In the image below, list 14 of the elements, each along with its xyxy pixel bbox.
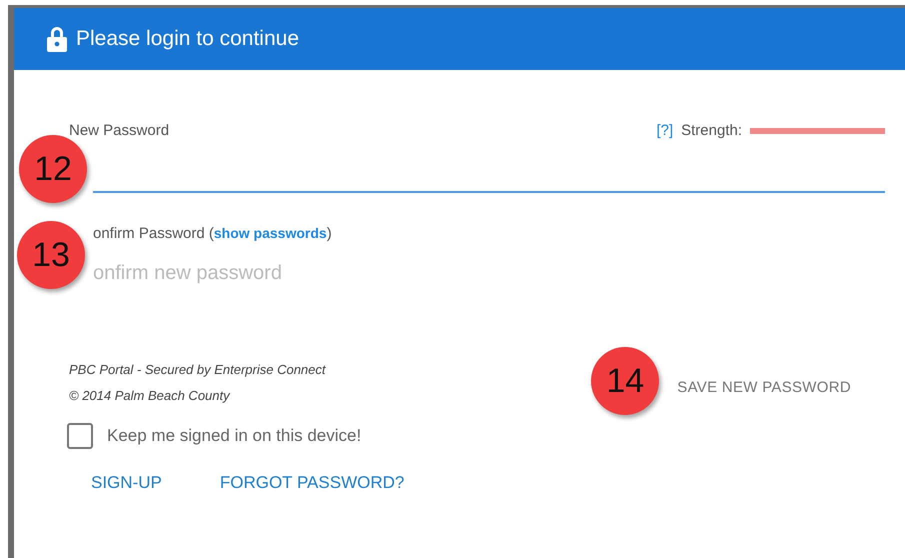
save-password-button[interactable]: SAVE NEW PASSWORD xyxy=(669,371,859,403)
callout-badge: 12 xyxy=(19,135,87,203)
text-link[interactable]: SIGN-UP xyxy=(91,473,162,493)
footer-text: PBC Portal - Secured by Enterprise Connect xyxy=(69,361,326,379)
show-passwords-link[interactable]: show passwords xyxy=(214,225,327,241)
callout-badge: 13 xyxy=(17,221,85,289)
help-link[interactable]: [?] xyxy=(656,122,674,139)
field-label: onfirm Password (show passwords) xyxy=(93,225,332,242)
checkbox-label: Keep me signed in on this device! xyxy=(107,426,362,446)
strength-label: Strength: xyxy=(681,122,742,139)
text-link[interactable]: FORGOT PASSWORD? xyxy=(220,473,404,493)
footer-text: © 2014 Palm Beach County xyxy=(69,387,232,405)
header-title: Please login to continue xyxy=(76,27,299,51)
callout-badge: 14 xyxy=(591,347,660,415)
